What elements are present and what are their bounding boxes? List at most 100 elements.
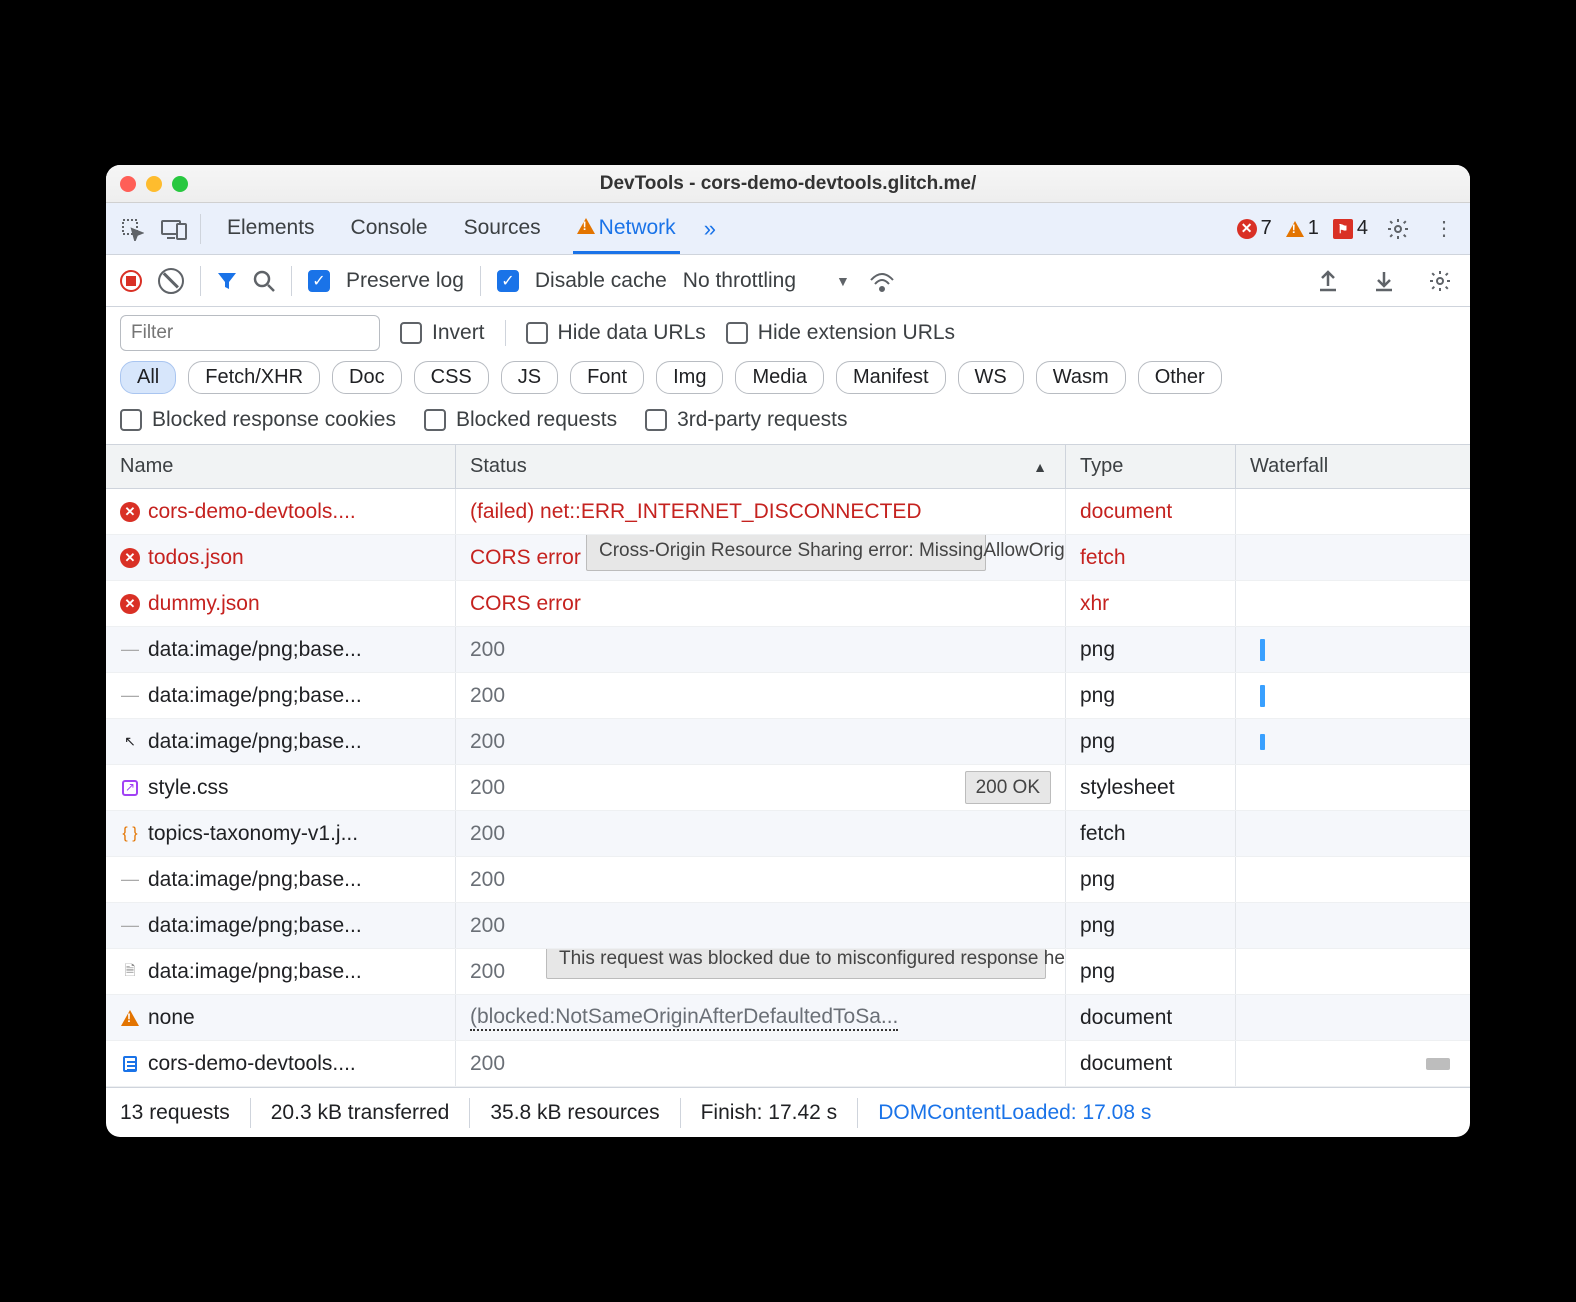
pill-media[interactable]: Media <box>735 361 823 394</box>
cell-status: (failed) net::ERR_INTERNET_DISCONNECTED <box>456 489 1066 534</box>
error-count-value: 7 <box>1261 217 1272 240</box>
table-row[interactable]: —data:image/png;base...200png <box>106 673 1470 719</box>
col-status[interactable]: Status▲ <box>456 445 1066 488</box>
pill-manifest[interactable]: Manifest <box>836 361 946 394</box>
request-list: ✕cors-demo-devtools....(failed) net::ERR… <box>106 489 1470 1087</box>
request-name: topics-taxonomy-v1.j... <box>148 822 358 846</box>
cell-name: none <box>106 995 456 1040</box>
error-count[interactable]: ✕7 <box>1237 217 1272 240</box>
request-name: data:image/png;base... <box>148 638 362 662</box>
issue-icon: ⚑ <box>1333 219 1353 239</box>
col-name[interactable]: Name <box>106 445 456 488</box>
warning-icon <box>577 218 595 234</box>
table-row[interactable]: cors-demo-devtools....200document <box>106 1041 1470 1087</box>
pill-ws[interactable]: WS <box>958 361 1024 394</box>
pill-other[interactable]: Other <box>1138 361 1222 394</box>
record-button[interactable] <box>120 270 142 292</box>
inspect-element-icon[interactable] <box>116 213 148 245</box>
table-row[interactable]: { }topics-taxonomy-v1.j...200fetch <box>106 811 1470 857</box>
table-row[interactable]: —data:image/png;base...200png <box>106 903 1470 949</box>
clear-button[interactable] <box>158 268 184 294</box>
request-name: none <box>148 1006 195 1030</box>
chevron-down-icon: ▼ <box>836 273 850 289</box>
table-row[interactable]: ✕dummy.jsonCORS errorxhr <box>106 581 1470 627</box>
cell-type: document <box>1066 1041 1236 1086</box>
throttling-select[interactable]: No throttling ▼ <box>683 269 850 293</box>
status-text: CORS error <box>470 546 581 570</box>
table-row[interactable]: ✕todos.jsonCORS errorCross-Origin Resour… <box>106 535 1470 581</box>
search-icon[interactable] <box>253 270 275 292</box>
filter-input[interactable] <box>120 315 380 351</box>
cursor-icon: ↖ <box>120 732 140 752</box>
cell-waterfall <box>1236 995 1470 1040</box>
table-row[interactable]: 🗎data:image/png;base...200This request w… <box>106 949 1470 995</box>
table-row[interactable]: —data:image/png;base...200png <box>106 627 1470 673</box>
resource-size: 35.8 kB resources <box>470 1098 680 1128</box>
hide-data-urls-checkbox[interactable]: ✓ <box>526 322 548 344</box>
table-row[interactable]: ✕cors-demo-devtools....(failed) net::ERR… <box>106 489 1470 535</box>
cell-name: style.css <box>106 765 456 810</box>
invert-checkbox[interactable]: ✓ <box>400 322 422 344</box>
settings-icon[interactable] <box>1382 213 1414 245</box>
filter-toggle-icon[interactable] <box>217 271 237 291</box>
pill-css[interactable]: CSS <box>414 361 489 394</box>
type-filter-pills: All Fetch/XHR Doc CSS JS Font Img Media … <box>106 353 1470 402</box>
pill-wasm[interactable]: Wasm <box>1036 361 1126 394</box>
table-row[interactable]: none(blocked:NotSameOriginAfterDefaulted… <box>106 995 1470 1041</box>
cell-type: document <box>1066 995 1236 1040</box>
table-row[interactable]: —data:image/png;base...200png <box>106 857 1470 903</box>
blocked-cookies-label: Blocked response cookies <box>152 408 396 432</box>
type-text: png <box>1080 960 1115 984</box>
more-tabs-button[interactable]: » <box>704 216 716 242</box>
cell-name: —data:image/png;base... <box>106 857 456 902</box>
table-row[interactable]: ↖data:image/png;base...200png <box>106 719 1470 765</box>
pill-img[interactable]: Img <box>656 361 723 394</box>
col-waterfall[interactable]: Waterfall <box>1236 445 1470 488</box>
pill-all[interactable]: All <box>120 361 176 394</box>
blocked-cookies-checkbox[interactable]: ✓ <box>120 409 142 431</box>
pill-js[interactable]: JS <box>501 361 558 394</box>
cell-waterfall <box>1236 811 1470 856</box>
type-text: png <box>1080 914 1115 938</box>
tab-console[interactable]: Console <box>347 204 432 254</box>
type-text: png <box>1080 730 1115 754</box>
type-text: document <box>1080 500 1172 524</box>
pill-fetch-xhr[interactable]: Fetch/XHR <box>188 361 320 394</box>
third-party-checkbox[interactable]: ✓ <box>645 409 667 431</box>
network-conditions-icon[interactable] <box>866 265 898 297</box>
cell-name: —data:image/png;base... <box>106 627 456 672</box>
cell-name: ↖data:image/png;base... <box>106 719 456 764</box>
generic-file-icon: — <box>120 916 140 936</box>
cell-name: 🗎data:image/png;base... <box>106 949 456 994</box>
devtools-window: DevTools - cors-demo-devtools.glitch.me/… <box>106 165 1470 1137</box>
blocked-requests-checkbox[interactable]: ✓ <box>424 409 446 431</box>
waterfall-bar <box>1426 1058 1450 1070</box>
more-options-icon[interactable]: ⋮ <box>1428 213 1460 245</box>
issue-count[interactable]: ⚑4 <box>1333 217 1368 240</box>
hide-extension-urls-checkbox[interactable]: ✓ <box>726 322 748 344</box>
hide-data-urls-label: Hide data URLs <box>558 321 706 345</box>
network-settings-icon[interactable] <box>1424 265 1456 297</box>
device-toolbar-icon[interactable] <box>158 213 190 245</box>
preserve-log-checkbox[interactable]: ✓ <box>308 270 330 292</box>
invert-label: Invert <box>432 321 485 345</box>
col-type[interactable]: Type <box>1066 445 1236 488</box>
generic-file-icon: — <box>120 686 140 706</box>
request-name: data:image/png;base... <box>148 914 362 938</box>
error-icon: ✕ <box>120 548 140 568</box>
pill-font[interactable]: Font <box>570 361 644 394</box>
type-text: fetch <box>1080 822 1126 846</box>
blocked-requests-label: Blocked requests <box>456 408 617 432</box>
tab-sources[interactable]: Sources <box>460 204 545 254</box>
status-text: 200 <box>470 638 505 662</box>
tab-network[interactable]: Network <box>573 204 680 254</box>
disable-cache-checkbox[interactable]: ✓ <box>497 270 519 292</box>
tab-network-label: Network <box>599 216 676 239</box>
warning-count[interactable]: 1 <box>1286 217 1319 240</box>
pill-doc[interactable]: Doc <box>332 361 402 394</box>
export-har-icon[interactable] <box>1312 265 1344 297</box>
tab-elements[interactable]: Elements <box>223 204 319 254</box>
cell-status: 200200 OK <box>456 765 1066 810</box>
import-har-icon[interactable] <box>1368 265 1400 297</box>
table-row[interactable]: style.css200200 OKstylesheet <box>106 765 1470 811</box>
